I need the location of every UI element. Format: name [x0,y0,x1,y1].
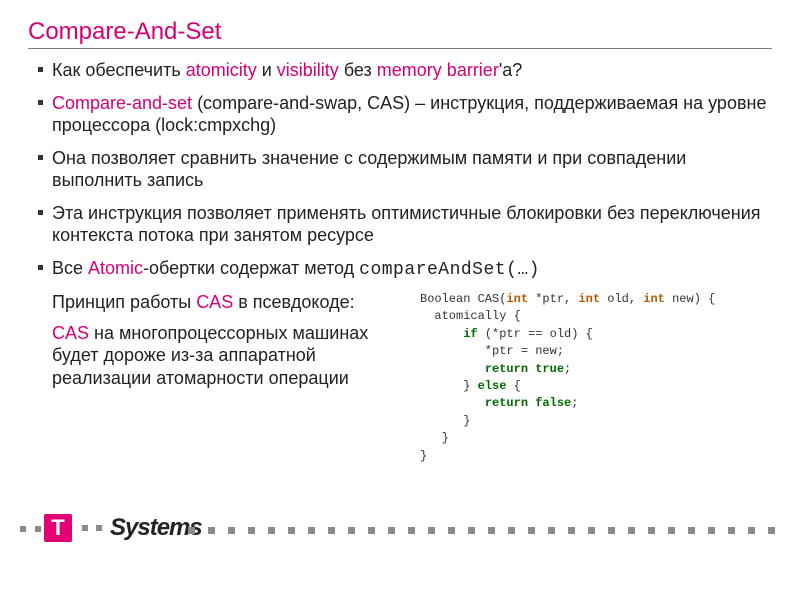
code-block: Boolean CAS(int *ptr, int old, int new) … [420,291,772,465]
decorative-dot [96,525,102,531]
left-p2: CAS на многопроцессорных машинах будет д… [52,322,412,390]
logo: T Systems [44,514,202,542]
slide: Compare-And-Set Как обеспечить atomicity… [0,0,800,465]
bullet-3: Она позволяет сравнить значение с содерж… [38,147,772,192]
bullet-2: Compare-and-set (compare-and-swap, CAS) … [38,92,772,137]
left-column: Принцип работы CAS в псевдокоде: CAS на … [52,291,412,465]
decorative-dots-right [188,527,775,534]
left-p1: Принцип работы CAS в псевдокоде: [52,291,412,314]
two-column: Принцип работы CAS в псевдокоде: CAS на … [52,291,772,465]
bullet-1: Как обеспечить atomicity и visibility бе… [38,59,772,82]
decorative-dots-left [20,526,41,532]
bullet-5: Все Atomic-обертки содержат метод compar… [38,257,772,282]
bullet-4: Эта инструкция позволяет применять оптим… [38,202,772,247]
bullet-list: Как обеспечить atomicity и visibility бе… [28,59,772,281]
logo-t-icon: T [44,514,72,542]
decorative-dot [82,525,88,531]
slide-title: Compare-And-Set [28,18,772,49]
